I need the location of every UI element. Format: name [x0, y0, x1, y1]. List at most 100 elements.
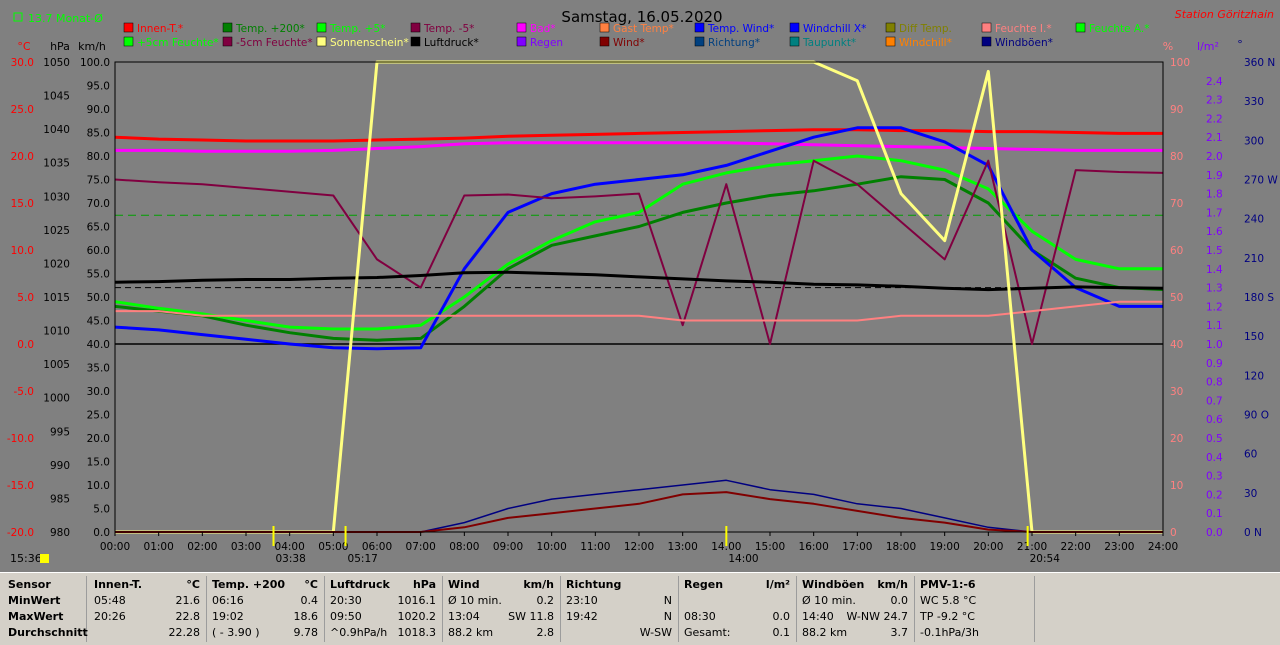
- summary-cell-time: 88.2 km: [448, 626, 494, 639]
- summary-column: Windböen km/h Ø 10 min. 0.0 14:40 W-NW 24.7 88…: [796, 576, 915, 642]
- y-tick-label: 330: [1244, 96, 1264, 108]
- summary-column-name: Temp. +200: [212, 578, 286, 591]
- summary-column-name: Richtung: [566, 578, 622, 591]
- y-tick-label: 70: [1170, 198, 1183, 210]
- y-tick-label: 1.4: [1206, 264, 1223, 276]
- x-tick-label: 10:00: [537, 541, 567, 553]
- kmh-unit: km/h: [78, 40, 106, 53]
- y-tick-label: 1045: [43, 91, 70, 103]
- summary-column: Luftdruck hPa 20:30 1016.1 09:50 1020.2 ^0.9hP…: [324, 576, 443, 642]
- summary-cell-time: Gesamt:: [684, 626, 731, 639]
- summary-column-name: Wind: [448, 578, 480, 591]
- pct-unit: %: [1163, 40, 1173, 53]
- legend-swatch: [1075, 22, 1086, 33]
- summary-column-name: Innen-T.: [94, 578, 143, 591]
- summary-cell-max: 20:26 22.8: [94, 610, 200, 624]
- summary-column-header: Innen-T. °C: [94, 578, 200, 592]
- y-tick-label: 1.1: [1206, 320, 1223, 332]
- x-tick-label: 00:00: [100, 541, 130, 553]
- y-tick-label: 10: [1170, 480, 1183, 492]
- summary-cell-time: Ø 10 min.: [448, 594, 502, 607]
- summary-column-name: Luftdruck: [330, 578, 390, 591]
- summary-column-unit: l/m²: [765, 578, 790, 591]
- summary-cell-time: 05:48: [94, 594, 126, 607]
- sun-time-label: 20:54: [1030, 553, 1061, 565]
- x-tick-label: 17:00: [842, 541, 872, 553]
- legend-swatch: [123, 36, 134, 47]
- y-tick-label: 2.2: [1206, 113, 1223, 125]
- legend-swatch: [410, 36, 421, 47]
- x-tick-label: 18:00: [886, 541, 916, 553]
- y-tick-label: 40.0: [87, 339, 110, 351]
- summary-cell-min: Ø 10 min. 0.0: [802, 594, 908, 608]
- y-tick-label: 20.0: [11, 151, 34, 163]
- y-tick-label: 1.6: [1206, 226, 1223, 238]
- legend-label: Diff Temp.: [899, 23, 952, 35]
- summary-column-header: Richtung: [566, 578, 672, 592]
- y-tick-label: 1030: [43, 191, 70, 203]
- y-tick-label: 990: [50, 460, 70, 472]
- x-tick-label: 16:00: [799, 541, 829, 553]
- summary-cell-value: W-SW: [639, 626, 672, 639]
- legend-swatch: [981, 36, 992, 47]
- x-tick-label: 21:00: [1017, 541, 1047, 553]
- y-tick-label: 2.4: [1206, 76, 1223, 88]
- x-tick-label: 06:00: [362, 541, 392, 553]
- legend-label: -5cm Feuchte*: [236, 37, 313, 49]
- summary-cell-max: 13:04 SW 11.8: [448, 610, 554, 624]
- legend-label: Bad*: [530, 23, 556, 35]
- summary-column: Regen l/m² 08:30 0.0 Gesamt: 0.1: [678, 576, 797, 642]
- y-tick-label: 30.0: [11, 57, 34, 69]
- summary-cell-time: 88.2 km: [802, 626, 848, 639]
- y-tick-label: 1015: [43, 292, 70, 304]
- x-tick-label: 15:00: [755, 541, 785, 553]
- y-tick-label: 1.9: [1206, 170, 1223, 182]
- summary-cell-value: 1018.3: [397, 626, 437, 639]
- legend-swatch: [599, 36, 610, 47]
- y-tick-label: 0.6: [1206, 414, 1223, 426]
- summary-cell-max: TP -9.2 °C: [920, 610, 1028, 624]
- legend-swatch: [694, 22, 705, 33]
- y-tick-label: 300: [1244, 135, 1264, 147]
- x-tick-label: 22:00: [1061, 541, 1091, 553]
- summary-cell-time: -0.1hPa/3h: [920, 626, 979, 639]
- y-tick-label: 0.1: [1206, 508, 1223, 520]
- summary-cell-time: 20:26: [94, 610, 126, 623]
- summary-cell-time: 23:10: [566, 594, 598, 607]
- y-tick-label: 0.2: [1206, 489, 1223, 501]
- x-tick-label: 12:00: [624, 541, 654, 553]
- y-tick-label: 25.0: [11, 104, 34, 116]
- summary-cell-value: N: [663, 594, 672, 607]
- y-tick-label: 0.5: [1206, 433, 1223, 445]
- legend-label: Regen: [530, 37, 563, 49]
- x-tick-label: 13:00: [668, 541, 698, 553]
- y-tick-label: 0.7: [1206, 395, 1223, 407]
- y-tick-label: 0.9: [1206, 358, 1223, 370]
- weather-chart: 13.7 Monat-Ø Samstag, 16.05.2020 Station…: [0, 0, 1280, 572]
- summary-cell-max: 09:50 1020.2: [330, 610, 436, 624]
- temp-unit: °C: [17, 40, 31, 53]
- summary-cell-value: 1020.2: [397, 610, 437, 623]
- summary-column-unit: hPa: [412, 578, 436, 591]
- legend-label: Richtung*: [708, 37, 760, 49]
- y-tick-label: 2.3: [1206, 95, 1223, 107]
- y-tick-label: 80: [1170, 151, 1183, 163]
- summary-cell-min: [684, 594, 790, 608]
- summary-column-name: Regen: [684, 578, 724, 591]
- summary-cell-value: 9.78: [293, 626, 319, 639]
- legend-label: Temp. Wind*: [707, 23, 774, 35]
- y-tick-label: 90 O: [1244, 410, 1269, 422]
- summary-cell-value: 21.6: [175, 594, 201, 607]
- summary-row-label: MaxWert: [8, 610, 64, 623]
- y-tick-label: 5.0: [93, 504, 110, 516]
- summary-cell-time: ^0.9hPa/h: [330, 626, 388, 639]
- legend-swatch: [981, 22, 992, 33]
- y-tick-label: 180 S: [1244, 292, 1274, 304]
- summary-column: Innen-T. °C 05:48 21.6 20:26 22.8 22.28: [88, 576, 207, 642]
- summary-cell-max: 19:02 18.6: [212, 610, 318, 624]
- legend-swatch: [516, 36, 527, 47]
- sun-icon: [40, 554, 49, 563]
- summary-cell-min: Ø 10 min. 0.2: [448, 594, 554, 608]
- y-tick-label: 1.0: [1206, 339, 1223, 351]
- summary-cell-value: W-NW 24.7: [846, 610, 909, 623]
